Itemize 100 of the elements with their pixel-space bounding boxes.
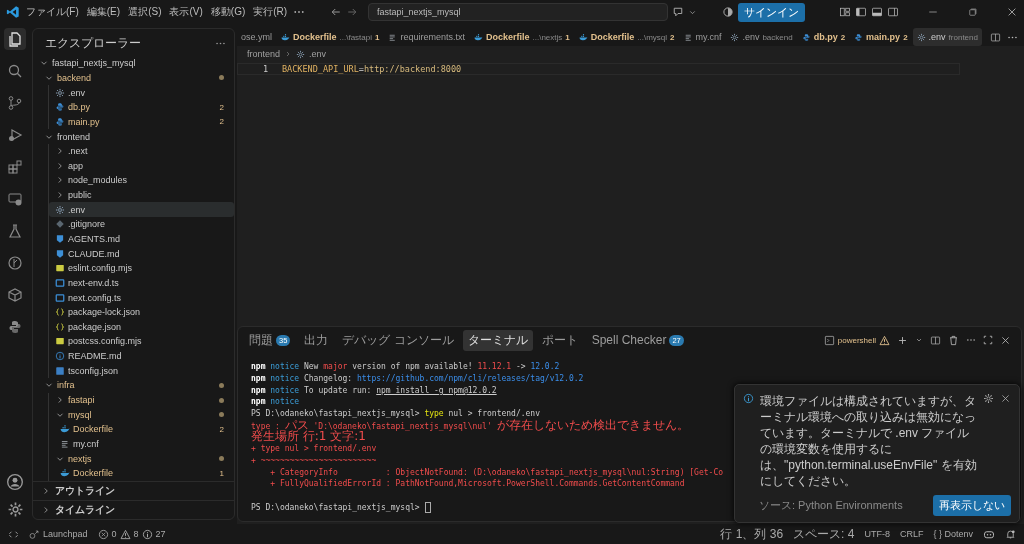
editor-tab[interactable]: requirements.txt <box>384 28 469 46</box>
trash-icon[interactable] <box>948 334 959 346</box>
breadcrumb-item[interactable]: frontend <box>247 49 281 59</box>
menu-item[interactable]: ファイル(F) <box>24 3 81 21</box>
problems-status[interactable]: 0 8 27 <box>97 528 166 540</box>
file-item[interactable]: CLAUDE.md <box>49 246 234 261</box>
section-header[interactable]: アウトライン <box>33 481 234 500</box>
file-item[interactable]: next.config.ts <box>49 290 234 305</box>
activity-button[interactable] <box>4 28 26 50</box>
tab-description: ...\fastapi <box>339 32 372 42</box>
file-item[interactable]: postcss.config.mjs <box>49 334 234 349</box>
file-item[interactable]: my.cnf <box>49 436 234 452</box>
status-item[interactable]: UTF-8 <box>864 529 890 539</box>
editor-tab[interactable]: .env frontend <box>912 28 982 46</box>
folder-item[interactable]: fastapi_nextjs_mysql <box>33 56 234 71</box>
folder-item[interactable]: backend <box>33 70 234 86</box>
layout-icon[interactable] <box>855 6 867 18</box>
menu-item[interactable]: 実行(R) <box>251 3 290 21</box>
folder-item[interactable]: app <box>49 158 234 174</box>
python-icon <box>854 32 864 42</box>
maximize-icon[interactable] <box>983 335 993 345</box>
panel-tab[interactable]: ポート <box>536 329 583 351</box>
file-item[interactable]: .env <box>49 85 234 100</box>
section-header[interactable]: タイムライン <box>33 500 234 519</box>
split-editor-icon[interactable] <box>990 31 1001 43</box>
layout-icon[interactable] <box>887 6 899 18</box>
close-icon[interactable] <box>1000 393 1011 404</box>
file-item[interactable]: .env <box>49 202 234 218</box>
file-item[interactable]: package-lock.json <box>49 304 234 320</box>
close-icon[interactable] <box>1000 334 1011 346</box>
editor-tab[interactable]: main.py 2 <box>850 28 912 46</box>
menu-item[interactable]: 編集(E) <box>84 3 123 21</box>
folder-item[interactable]: node_modules <box>49 173 234 188</box>
copilot-icon[interactable] <box>983 528 995 540</box>
file-item[interactable]: Dockerfile 1 <box>49 465 234 481</box>
terminal-line: npm notice New major version of npm available! 11.12.1 -> 12.0.2 <box>251 362 560 372</box>
menu-item[interactable]: 表示(V) <box>167 3 205 21</box>
notification-source: ソース: Python Environments <box>759 498 903 513</box>
close-icon[interactable] <box>1006 6 1018 18</box>
notification-message: 環境ファイルは構成されていますが、ターミナル環境への取り込みは無効になっています。ターミナルで .env ファイルの環境変数を使用するには、"python.terminal.useEnvFile" を有効にしてください。 <box>760 393 977 489</box>
folder-item[interactable]: public <box>49 187 234 203</box>
error-count: 0 <box>111 529 117 539</box>
layout-icon[interactable] <box>839 6 851 18</box>
settings-icon[interactable] <box>983 393 994 404</box>
file-item[interactable]: README.md <box>49 348 234 364</box>
folder-item[interactable]: infra <box>33 378 234 393</box>
panel-tab[interactable]: 出力 <box>299 329 334 351</box>
bell-icon[interactable] <box>1005 528 1016 540</box>
chat-icon[interactable] <box>672 6 685 18</box>
dismiss-button[interactable]: 再表示しない <box>933 495 1011 516</box>
monitor-icon <box>7 191 23 207</box>
split-terminal-icon[interactable] <box>930 334 941 346</box>
folder-item[interactable]: nextjs <box>49 451 234 466</box>
file-item[interactable]: Dockerfile 2 <box>49 422 234 437</box>
folder-item[interactable]: .next <box>49 143 234 159</box>
menu-item[interactable]: 選択(S) <box>126 3 164 21</box>
file-item[interactable]: db.py 2 <box>49 99 234 115</box>
status-item[interactable]: スペース: 4 <box>793 525 855 543</box>
menu-item[interactable]: 移動(G) <box>208 3 248 21</box>
folder-item[interactable]: mysql <box>49 407 234 422</box>
settings-icon[interactable] <box>6 501 24 518</box>
whale-icon <box>60 468 70 479</box>
contrast-icon[interactable] <box>722 6 734 18</box>
editor-tab[interactable]: Dockerfile ...\mysql 2 <box>574 28 679 46</box>
folder-item[interactable]: fastapi <box>49 392 234 408</box>
file-item[interactable]: tsconfig.json <box>49 363 234 379</box>
status-item[interactable]: { } Dotenv <box>933 529 973 539</box>
problem-count: 1 <box>375 32 380 42</box>
terminal-selector[interactable]: powershell <box>823 334 890 346</box>
breadcrumb-item[interactable]: .env <box>309 49 327 59</box>
folder-item[interactable]: frontend <box>33 129 234 144</box>
add-icon[interactable] <box>897 334 908 346</box>
file-item[interactable]: next-env.d.ts <box>49 275 234 291</box>
file-item[interactable]: AGENTS.md <box>49 231 234 247</box>
sign-in-button[interactable]: サインイン <box>738 2 805 22</box>
editor-tab[interactable]: Dockerfile ...\nextjs 1 <box>470 28 574 46</box>
caret-icon[interactable] <box>915 336 923 344</box>
graph-icon <box>7 255 23 271</box>
editor-tab[interactable]: ose.yml <box>237 28 276 46</box>
terminal-line: 発生場所 行:1 文字:1 <box>251 429 366 444</box>
tab-description: frontend <box>948 32 978 42</box>
status-item[interactable]: CRLF <box>899 529 924 539</box>
file-item[interactable]: package.json <box>49 319 234 335</box>
editor-tab[interactable]: my.cnf <box>679 28 726 46</box>
file-item[interactable]: main.py 2 <box>49 114 234 130</box>
status-item[interactable]: Launchpad <box>29 528 88 540</box>
file-item[interactable]: .gitignore <box>49 217 234 232</box>
search-field[interactable]: fastapi_nextjs_mysql <box>368 3 669 21</box>
panel-tab[interactable]: デバッグ コンソール <box>337 329 459 351</box>
account-icon[interactable] <box>6 473 24 491</box>
back-icon[interactable] <box>330 6 343 18</box>
editor-tab[interactable]: Dockerfile ...\fastapi 1 <box>277 28 384 46</box>
restore-icon[interactable] <box>967 6 978 18</box>
file-item[interactable]: eslint.config.mjs <box>49 260 234 276</box>
layout-icon[interactable] <box>871 6 883 18</box>
editor-tab[interactable]: db.py 2 <box>797 28 850 46</box>
gear-icon <box>730 32 740 42</box>
status-item[interactable]: 行 1、列 36 <box>720 525 784 543</box>
editor-tab[interactable]: .env backend <box>726 28 797 46</box>
panel-tab[interactable]: ターミナル <box>462 329 533 351</box>
